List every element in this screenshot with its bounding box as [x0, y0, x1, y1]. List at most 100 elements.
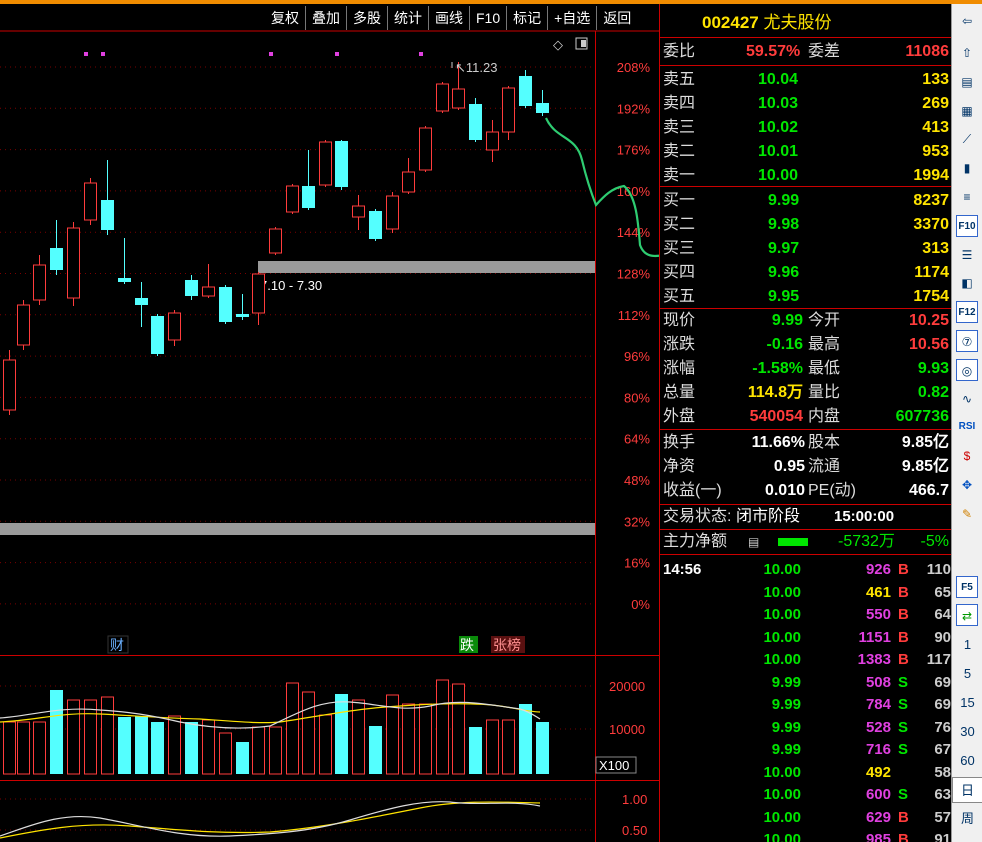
- price-band-lower: [0, 523, 595, 535]
- left-arrow-icon[interactable]: ⇦: [956, 10, 978, 32]
- indicator-line-white: [0, 801, 541, 837]
- candle-body: [519, 76, 532, 106]
- weibi-value: 59.57%: [746, 43, 801, 60]
- candle-body: [67, 227, 80, 299]
- main-fund-menu-icon[interactable]: ▤: [748, 530, 759, 554]
- bid-level-volume: 1754: [913, 288, 949, 305]
- volume-bar: [101, 696, 114, 775]
- diamond-icon[interactable]: ◇: [553, 37, 563, 52]
- fund-value: 11.66%: [751, 434, 805, 451]
- candle-body: [469, 104, 482, 140]
- candle-body: [419, 127, 432, 171]
- bid-level-row: 买二 9.98 3370: [660, 213, 951, 237]
- stat-row: 外盘 540054 内盘 607736: [660, 405, 951, 429]
- stat-value-2: 0.82: [917, 384, 949, 401]
- tick-side: S: [898, 718, 909, 736]
- tick-volume: 926: [865, 561, 891, 578]
- candle-body: [402, 171, 415, 193]
- bid-level-volume: 3370: [913, 216, 949, 233]
- candle-body: [286, 185, 299, 213]
- self-select-icon[interactable]: ◧: [956, 272, 978, 294]
- tick-count: 117: [926, 651, 951, 668]
- tick-price: 10.00: [763, 628, 801, 646]
- dollar-icon[interactable]: $: [956, 445, 978, 467]
- price-axis-label: 16%: [624, 556, 650, 571]
- candle-body: [168, 312, 181, 341]
- stat-row: 涨幅 -1.58% 最低 9.93: [660, 357, 951, 381]
- candle-body: [352, 205, 365, 218]
- price-axis-label: 48%: [624, 473, 650, 488]
- period-button[interactable]: 5: [952, 661, 982, 687]
- fund-label-2: 股本: [808, 434, 841, 451]
- kline-icon[interactable]: ▮: [956, 157, 978, 179]
- volume-bar: [486, 719, 499, 775]
- stat-value-2: 10.56: [908, 336, 949, 353]
- volume-bar: [402, 703, 415, 775]
- price-axis-label: 0%: [631, 597, 650, 612]
- circle-icon[interactable]: ◎: [956, 358, 978, 381]
- indicator-axis-05: 0.50: [622, 823, 647, 838]
- tick-side: B: [898, 808, 909, 826]
- f6-icon[interactable]: ⑦: [956, 330, 978, 352]
- period-button[interactable]: 15: [952, 690, 982, 716]
- stat-value: 540054: [749, 408, 803, 425]
- rsi-icon[interactable]: RSI: [956, 416, 978, 438]
- tick-row: 14:56 10.00 926 B 110: [660, 559, 951, 582]
- period-button[interactable]: 日: [952, 777, 982, 803]
- volume-bar: [185, 722, 198, 774]
- stat-value: 114.8万: [747, 384, 803, 401]
- f12-icon[interactable]: F12: [956, 301, 978, 324]
- period-button[interactable]: 60: [952, 748, 982, 774]
- ask-level-row: 卖一 10.00 1994: [660, 164, 951, 188]
- move-icon[interactable]: ✥: [956, 474, 978, 496]
- sep-7: [660, 554, 951, 555]
- tick-volume: 784: [865, 696, 891, 713]
- price-axis-label: 208%: [617, 60, 651, 75]
- kline-chart[interactable]: 208%192%176%160%144%128%112%96%80%64%48%…: [0, 0, 659, 842]
- period-button[interactable]: 周: [952, 806, 982, 832]
- fund-value-2: 9.85亿: [901, 434, 949, 451]
- fund-label: 换手: [663, 434, 696, 451]
- main-fund-value: -5732万: [838, 533, 895, 550]
- tick-row: 9.99 508 S 69: [660, 672, 951, 695]
- fund-label-2: 流通: [808, 458, 841, 475]
- switch-icon[interactable]: ⇄: [956, 604, 978, 626]
- tick-count: 64: [934, 606, 951, 623]
- tick-volume: 550: [865, 606, 891, 623]
- volume-bar: [17, 721, 30, 775]
- tick-price: 9.99: [771, 696, 801, 713]
- tick-volume: 985: [865, 831, 891, 842]
- status-label: 交易状态:: [663, 508, 732, 525]
- tick-price: 9.99: [771, 718, 801, 736]
- candle-body: [236, 314, 249, 317]
- tick-side: B: [898, 583, 909, 601]
- tick-count: 65: [934, 583, 951, 601]
- candle-body: [486, 131, 499, 151]
- tick-count: 91: [934, 831, 951, 842]
- fund-label-2: PE(动): [808, 482, 857, 499]
- period-button[interactable]: 1: [952, 632, 982, 658]
- stat-label: 涨跌: [663, 336, 696, 353]
- f10-icon[interactable]: F10: [956, 214, 978, 237]
- tick-price: 10.00: [763, 583, 801, 601]
- tick-volume: 1383: [857, 651, 891, 668]
- line-chart-icon[interactable]: ⟋: [956, 128, 978, 150]
- volume-bar: [33, 721, 46, 775]
- wave-icon[interactable]: ∿: [956, 388, 978, 410]
- up-arrow-icon[interactable]: ⇧: [956, 42, 978, 64]
- period-button[interactable]: 30: [952, 719, 982, 745]
- news-icon[interactable]: ☰: [956, 244, 978, 266]
- price-axis-label: 112%: [618, 308, 651, 323]
- f5-icon[interactable]: F5: [956, 576, 978, 598]
- pen-icon[interactable]: ✎: [956, 503, 978, 525]
- list-icon[interactable]: ≡: [956, 186, 978, 208]
- candles: [3, 62, 549, 415]
- sep-2: [660, 186, 951, 187]
- tick-count: 110: [926, 561, 951, 578]
- candle-body: [536, 103, 549, 113]
- bid-level-row: 买五 9.95 1754: [660, 285, 951, 309]
- report-icon[interactable]: ▤: [956, 71, 978, 93]
- tick-row: 10.00 985 B 91: [660, 829, 951, 842]
- grid-icon[interactable]: ▦: [956, 100, 978, 122]
- weicha-label: 委差: [808, 43, 841, 60]
